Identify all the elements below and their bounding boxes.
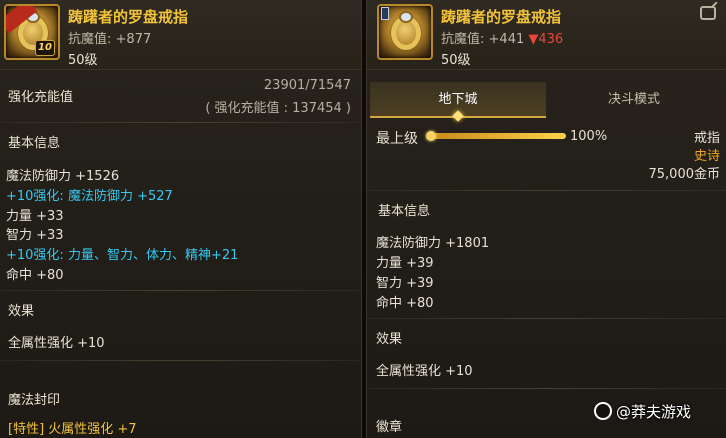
stat-line: 命中 +80	[6, 268, 64, 283]
item-price: 75,000金币	[648, 167, 721, 182]
enhance-charge-total: ( 强化充能值 : 137454 )	[205, 101, 351, 116]
item-name: 踌躇者的罗盘戒指	[441, 8, 562, 26]
divider	[0, 122, 361, 123]
watermark-logo-icon	[594, 402, 612, 420]
basic-info-title: 基本信息	[8, 136, 61, 151]
divider	[366, 190, 726, 191]
stat-line-enhance: +10强化: 力量、智力、体力、精神+21	[6, 248, 239, 263]
divider	[366, 388, 726, 389]
resist-diff: ▼436	[528, 32, 564, 47]
stat-line: 命中 +80	[376, 296, 434, 311]
item-slot: 戒指	[693, 131, 720, 146]
divider	[0, 290, 361, 291]
stat-line-enhance: +10强化: 魔法防御力 +527	[6, 189, 173, 204]
resist-value: +441	[488, 32, 525, 47]
item-level: 50级	[441, 53, 471, 68]
emblem-title: 徽章	[376, 420, 403, 435]
tab-dungeon-label: 地下城	[438, 92, 478, 107]
item-level: 50级	[68, 53, 98, 68]
magic-seal-title: 魔法封印	[8, 393, 61, 408]
effect-text: 全属性强化 +10	[8, 336, 105, 351]
enhance-charge-label: 强化充能值	[8, 90, 74, 105]
stat-line: 力量 +33	[6, 209, 64, 224]
divider	[0, 360, 361, 361]
stat-line: 力量 +39	[376, 256, 434, 271]
right-tooltip-header: 踌躇者的罗盘戒指 抗魔值: +441 ▼436 50级	[367, 0, 726, 70]
tab-duel-label: 决斗模式	[607, 92, 660, 107]
watermark: @莽夫游戏	[616, 403, 692, 421]
magic-seal-text: [特性] 火属性强化 +7	[8, 422, 137, 437]
enhance-charge-value: 23901/71547	[263, 78, 351, 93]
divider	[366, 318, 726, 319]
grade-percent: 100%	[570, 129, 608, 144]
grade-bar-marker	[426, 131, 436, 141]
grade-bar-fill	[430, 133, 566, 139]
tab-duel[interactable]: 决斗模式	[546, 82, 722, 118]
compass-ring-icon[interactable]	[377, 4, 433, 60]
grade-bar	[430, 133, 566, 139]
resist-line: 抗魔值: +877	[68, 28, 151, 47]
left-item-tooltip: 10 踌躇者的罗盘戒指 抗魔值: +877 50级 强化充能值 23901/71…	[0, 0, 362, 438]
effect-title: 效果	[8, 304, 35, 319]
effect-title: 效果	[376, 332, 403, 347]
enhance-level-badge: 10	[35, 40, 55, 56]
item-rarity: 史诗	[693, 149, 720, 164]
resist-line: 抗魔值: +441 ▼436	[441, 28, 563, 47]
left-tooltip-header: 10 踌躇者的罗盘戒指 抗魔值: +877 50级	[0, 0, 361, 70]
basic-info-title: 基本信息	[378, 204, 431, 219]
item-name: 踌躇者的罗盘戒指	[68, 8, 189, 26]
item-tag-icon	[381, 7, 389, 20]
stat-line: 智力 +39	[376, 276, 434, 291]
ring-gem	[399, 11, 413, 23]
compass-ring-icon[interactable]: 10	[4, 4, 60, 60]
tab-dungeon[interactable]: 地下城	[370, 82, 546, 122]
resist-value: +877	[115, 32, 152, 47]
stat-line: 智力 +33	[6, 228, 64, 243]
effect-text: 全属性强化 +10	[376, 364, 473, 379]
resist-label: 抗魔值:	[68, 32, 112, 47]
mode-tabs: 地下城 决斗模式	[370, 82, 722, 122]
stat-line: 魔法防御力 +1801	[376, 236, 490, 251]
stat-line: 魔法防御力 +1526	[6, 169, 120, 184]
resist-label: 抗魔值:	[441, 32, 485, 47]
grade-label: 最上级	[376, 131, 418, 147]
share-icon[interactable]	[700, 6, 716, 20]
